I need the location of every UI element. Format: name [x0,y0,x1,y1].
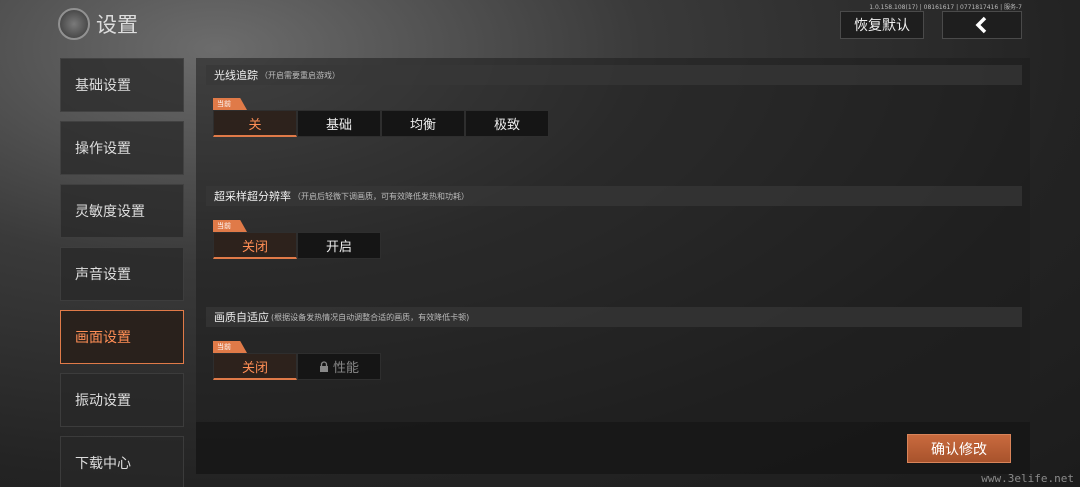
sidebar-item-sensitivity[interactable]: 灵敏度设置 [60,184,184,238]
option-ray-tracing-basic[interactable]: 基础 [297,110,381,137]
sidebar: 基础设置 操作设置 灵敏度设置 声音设置 画面设置 振动设置 下载中心 [60,58,184,487]
sidebar-item-controls[interactable]: 操作设置 [60,121,184,175]
section-header-ray-tracing: 光线追踪 （开启需要重启游戏） [206,65,1022,85]
super-resolution-options: 关闭 开启 [213,232,381,259]
sidebar-item-sound[interactable]: 声音设置 [60,247,184,301]
sidebar-item-basic[interactable]: 基础设置 [60,58,184,112]
settings-logo-icon [58,8,90,40]
section-header-adaptive-quality: 画质自适应 (根据设备发热情况自动调整合适的画质，有效降低卡顿) [206,307,1022,327]
bottom-bar [196,422,1030,474]
watermark: www.3elife.net [981,472,1074,485]
sidebar-item-vibration[interactable]: 振动设置 [60,373,184,427]
option-adaptive-quality-performance[interactable]: 性能 [297,353,381,380]
section-note: （开启后轻微下调画质，可有效降低发热和功耗） [293,191,469,201]
section-note: (根据设备发热情况自动调整合适的画质，有效降低卡顿) [271,312,470,322]
option-ray-tracing-balanced[interactable]: 均衡 [381,110,465,137]
section-note: （开启需要重启游戏） [260,70,340,80]
ray-tracing-options: 关 基础 均衡 极致 [213,110,549,137]
confirm-changes-button[interactable]: 确认修改 [907,434,1011,463]
option-ray-tracing-off[interactable]: 关 [213,110,297,137]
option-ray-tracing-ultra[interactable]: 极致 [465,110,549,137]
page-title: 设置 [96,13,138,37]
section-title: 超采样超分辨率 [214,190,291,203]
reset-default-button[interactable]: 恢复默认 [840,11,924,39]
title-bar: 设置 [58,8,138,40]
section-header-super-resolution: 超采样超分辨率 （开启后轻微下调画质，可有效降低发热和功耗） [206,186,1022,206]
option-super-resolution-on[interactable]: 开启 [297,232,381,259]
section-title: 光线追踪 [214,69,258,82]
sidebar-item-download-center[interactable]: 下载中心 [60,436,184,487]
chevron-left-icon [975,16,987,34]
back-button[interactable] [942,11,1022,39]
option-adaptive-quality-off[interactable]: 关闭 [213,353,297,380]
sidebar-item-graphics[interactable]: 画面设置 [60,310,184,364]
option-super-resolution-off[interactable]: 关闭 [213,232,297,259]
option-label: 性能 [332,361,359,376]
version-text: 1.0.158.108(17) | 08161617 | 0771817416 … [869,4,1022,11]
adaptive-quality-options: 关闭 性能 [213,353,381,380]
section-title: 画质自适应 [214,311,269,324]
lock-icon [319,360,328,372]
